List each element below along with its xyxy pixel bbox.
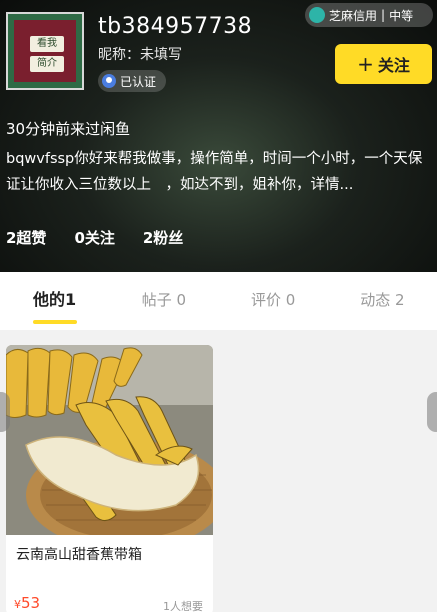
credit-divider: | xyxy=(381,8,386,22)
tab-reviews[interactable]: 评价 0 xyxy=(219,272,328,330)
verified-user-icon xyxy=(102,74,116,88)
verified-label: 已认证 xyxy=(120,74,157,89)
follow-label: 关注 xyxy=(377,56,410,75)
username: tb384957738 xyxy=(98,14,253,39)
stat-following[interactable]: 0关注 xyxy=(74,227,114,248)
currency-symbol: ¥ xyxy=(14,598,21,611)
item-wants: 1人想要 xyxy=(163,600,203,612)
nickname: 昵称：未填写 xyxy=(98,47,182,63)
stat-followers[interactable]: 2粉丝 xyxy=(143,227,183,248)
profile-tabs: 他的1 帖子 0 评价 0 动态 2 xyxy=(0,272,437,330)
avatar-tag-intro: 简介 xyxy=(30,56,64,72)
scroll-handle-left[interactable] xyxy=(0,392,10,432)
tab-activity[interactable]: 动态 2 xyxy=(328,272,437,330)
items-grid: 云南高山甜香蕉带箱 ¥53 1人想要 xyxy=(0,330,437,612)
item-price: ¥53 xyxy=(14,594,40,612)
price-value: 53 xyxy=(21,594,41,612)
sesame-credit-icon xyxy=(309,7,325,23)
tab-posts[interactable]: 帖子 0 xyxy=(109,272,218,330)
banana-photo xyxy=(6,345,213,535)
credit-level: 中等 xyxy=(389,8,414,23)
avatar[interactable]: 看我 简介 xyxy=(6,12,84,90)
avatar-tag-look: 看我 xyxy=(30,36,64,52)
bio-text[interactable]: bqwvfssp你好来帮我做事，操作简单，时间一个小时，一个天保证让你收入三位数… xyxy=(6,146,432,198)
scroll-handle-right[interactable] xyxy=(427,392,437,432)
credit-label: 芝麻信用 xyxy=(329,8,378,23)
plus-icon: + xyxy=(357,52,374,76)
verified-badge[interactable]: 已认证 xyxy=(98,70,167,92)
stat-likes[interactable]: 2超赞 xyxy=(6,227,46,248)
stats-row: 2超赞 0关注 2粉丝 xyxy=(6,227,183,248)
item-card[interactable]: 云南高山甜香蕉带箱 ¥53 1人想要 xyxy=(6,345,213,612)
follow-button[interactable]: + 关注 xyxy=(335,44,432,84)
credit-badge[interactable]: 芝麻信用 | 中等 xyxy=(305,3,433,27)
last-seen-text: 30分钟前来过闲鱼 xyxy=(6,120,131,138)
item-title: 云南高山甜香蕉带箱 xyxy=(16,547,142,563)
profile-header: 看我 简介 tb384957738 昵称：未填写 已认证 芝麻信用 | 中等 +… xyxy=(0,0,437,272)
tab-items[interactable]: 他的1 xyxy=(0,272,109,330)
